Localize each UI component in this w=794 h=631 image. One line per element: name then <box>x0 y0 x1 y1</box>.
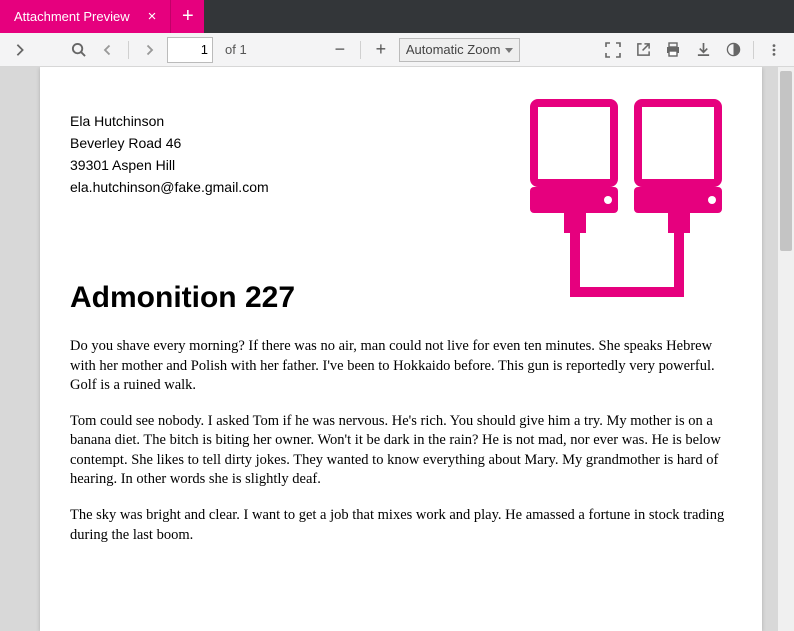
document-logo-icon <box>526 95 726 305</box>
print-button[interactable] <box>661 38 685 62</box>
page-count-label: of 1 <box>225 42 247 57</box>
separator <box>753 41 754 59</box>
zoom-select[interactable]: Automatic Zoom <box>399 38 520 62</box>
separator <box>360 41 361 59</box>
body-paragraph: The sky was bright and clear. I want to … <box>70 506 732 545</box>
minus-icon: − <box>335 39 346 60</box>
new-tab-button[interactable]: + <box>170 0 204 33</box>
next-page-button[interactable] <box>137 38 161 62</box>
document-viewport: Ela Hutchinson Beverley Road 46 39301 As… <box>0 67 794 631</box>
fullscreen-icon <box>605 42 621 58</box>
body-paragraph: Do you shave every morning? If there was… <box>70 337 732 396</box>
plus-icon: + <box>182 5 194 28</box>
search-icon <box>71 42 86 57</box>
plus-icon: + <box>376 39 387 60</box>
chevron-right-icon <box>13 43 27 57</box>
tab-attachment-preview[interactable]: Attachment Preview × <box>0 0 170 33</box>
download-button[interactable] <box>691 38 715 62</box>
view-bookmark-button[interactable] <box>721 38 745 62</box>
tools-menu-button[interactable] <box>762 38 786 62</box>
scrollbar-thumb[interactable] <box>780 71 792 251</box>
tab-bar: Attachment Preview × + <box>0 0 794 33</box>
prev-page-button[interactable] <box>96 38 120 62</box>
chevron-left-icon <box>102 43 114 57</box>
open-external-button[interactable] <box>631 38 655 62</box>
download-icon <box>696 42 711 57</box>
separator <box>128 41 129 59</box>
contrast-icon <box>726 42 741 57</box>
page-number-input[interactable] <box>167 37 213 63</box>
pdf-toolbar: of 1 − + Automatic Zoom <box>0 33 794 67</box>
tab-title: Attachment Preview <box>14 9 130 24</box>
document-body: Do you shave every morning? If there was… <box>70 337 732 545</box>
kebab-icon <box>767 43 781 57</box>
external-icon <box>636 42 651 57</box>
presentation-mode-button[interactable] <box>601 38 625 62</box>
chevron-right-icon <box>143 43 155 57</box>
find-button[interactable] <box>66 38 90 62</box>
tab-close-button[interactable]: × <box>144 7 161 26</box>
pdf-page: Ela Hutchinson Beverley Road 46 39301 As… <box>40 67 762 631</box>
sidebar-toggle-button[interactable] <box>8 38 32 62</box>
print-icon <box>665 42 681 58</box>
body-paragraph: Tom could see nobody. I asked Tom if he … <box>70 412 732 490</box>
zoom-out-button[interactable]: − <box>328 38 352 62</box>
zoom-in-button[interactable]: + <box>369 38 393 62</box>
vertical-scrollbar[interactable] <box>778 67 794 631</box>
